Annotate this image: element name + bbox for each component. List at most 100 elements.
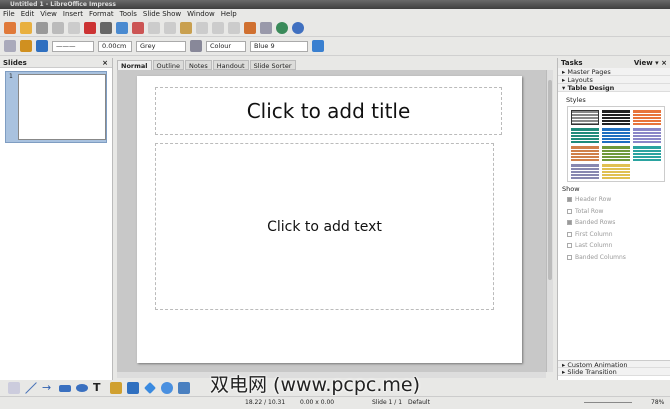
copy-icon[interactable] [164,22,176,34]
option-checkbox[interactable]: Banded Rows [567,219,615,226]
connector-icon[interactable] [127,382,139,394]
close-icon[interactable]: × [102,58,108,67]
tab-normal[interactable]: Normal [117,60,152,70]
line-style-select[interactable]: ——— [52,40,94,52]
chart-icon[interactable] [244,22,256,34]
zoom-slider[interactable] [584,402,632,403]
section-layouts[interactable]: ▸ Layouts [558,76,670,84]
curve-icon[interactable] [110,382,122,394]
undo-icon[interactable] [212,22,224,34]
new-icon[interactable] [4,22,16,34]
table-style-swatch[interactable] [602,164,630,179]
section-label: Table Design [567,84,615,92]
table-style-swatch[interactable] [633,110,661,125]
menu-format[interactable]: Format [89,9,114,20]
save-icon[interactable] [36,22,48,34]
menu-help[interactable]: Help [221,9,237,20]
section-label: Slide Transition [567,368,617,376]
section-custom-animation[interactable]: ▸ Custom Animation [558,360,670,369]
position-readout: 18.22 / 10.31 [245,399,286,406]
section-label: Layouts [567,76,593,84]
tab-slide-sorter[interactable]: Slide Sorter [249,60,296,70]
text-tool-icon[interactable]: T [93,382,105,394]
option-checkbox[interactable]: Banded Columns [567,254,626,261]
block-arrows-icon[interactable] [178,382,190,394]
slide-thumbnail[interactable] [18,74,106,140]
table-style-swatch[interactable] [602,110,630,125]
navigator-icon[interactable] [276,22,288,34]
spellcheck-icon[interactable] [116,22,128,34]
paste-icon[interactable] [180,22,192,34]
ellipse-icon[interactable] [76,384,88,392]
print-icon[interactable] [100,22,112,34]
slide-icon[interactable] [4,40,16,52]
email-icon[interactable] [52,22,64,34]
view-menu[interactable]: View [634,59,653,67]
section-master-pages[interactable]: ▸ Master Pages [558,68,670,76]
export-pdf-icon[interactable] [84,22,96,34]
menu-slide-show[interactable]: Slide Show [143,9,181,20]
shadow-icon[interactable] [312,40,324,52]
table-style-swatch[interactable] [602,128,630,143]
line-tool-icon[interactable] [25,382,37,394]
table-style-swatch[interactable] [571,110,599,125]
section-table-design[interactable]: ▾ Table Design [558,84,670,92]
edit-file-icon[interactable] [68,22,80,34]
arrow-style-icon[interactable] [36,40,48,52]
tab-outline[interactable]: Outline [152,60,185,70]
help-icon[interactable] [292,22,304,34]
tab-notes[interactable]: Notes [185,60,212,70]
table-style-swatch[interactable] [571,128,599,143]
slide[interactable]: Click to add title Click to add text [137,76,522,363]
select-icon[interactable] [8,382,20,394]
area-icon[interactable] [190,40,202,52]
cut-icon[interactable] [148,22,160,34]
slide-canvas: Click to add title Click to add text [117,70,546,372]
line-fill-toolbar: ——— 0.00cm Grey Colour Blue 9 [0,37,670,56]
title-bar: Untitled 1 - LibreOffice Impress [0,0,670,9]
table-style-swatch[interactable] [633,146,661,161]
arrow-tool-icon[interactable]: → [42,382,54,394]
table-icon[interactable] [260,22,272,34]
menu-tools[interactable]: Tools [120,9,137,20]
area-style-select[interactable]: Colour [206,40,246,52]
text-placeholder[interactable]: Click to add text [155,143,494,310]
table-style-swatch[interactable] [571,146,599,161]
option-checkbox[interactable]: Total Row [567,208,603,215]
checkbox-icon [567,220,572,225]
tab-handout[interactable]: Handout [212,60,249,70]
section-slide-transition[interactable]: ▸ Slide Transition [558,368,670,376]
open-icon[interactable] [20,22,32,34]
rectangle-icon[interactable] [59,384,71,392]
table-style-swatch[interactable] [602,146,630,161]
option-checkbox[interactable]: First Column [567,231,613,238]
section-label: Master Pages [567,68,611,76]
checkbox-icon [567,197,572,202]
menu-edit[interactable]: Edit [21,9,35,20]
line-color-select[interactable]: Grey [136,40,186,52]
line-width-field[interactable]: 0.00cm [98,40,132,52]
title-placeholder[interactable]: Click to add title [155,87,502,135]
menu-window[interactable]: Window [187,9,215,20]
close-icon[interactable]: × [661,59,667,67]
menu-insert[interactable]: Insert [63,9,83,20]
symbol-shapes-icon[interactable] [161,382,173,394]
option-checkbox[interactable]: Last Column [567,242,612,249]
autospell-icon[interactable] [132,22,144,34]
option-checkbox[interactable]: Header Row [567,196,611,203]
show-label: Show [562,185,580,193]
clone-format-icon[interactable] [196,22,208,34]
menu-view[interactable]: View [40,9,57,20]
view-tabs: Normal Outline Notes Handout Slide Sorte… [117,60,296,70]
option-label: Header Row [575,196,612,203]
table-style-swatch[interactable] [571,164,599,179]
area-color-select[interactable]: Blue 9 [250,40,308,52]
basic-shapes-icon[interactable] [144,382,156,394]
vertical-scrollbar[interactable] [546,70,553,372]
slide-thumbnail-selected[interactable]: 1 [5,71,107,143]
redo-icon[interactable] [228,22,240,34]
table-style-swatch[interactable] [633,128,661,143]
line-icon[interactable] [20,40,32,52]
menu-file[interactable]: File [3,9,15,20]
option-label: Total Row [575,207,604,215]
